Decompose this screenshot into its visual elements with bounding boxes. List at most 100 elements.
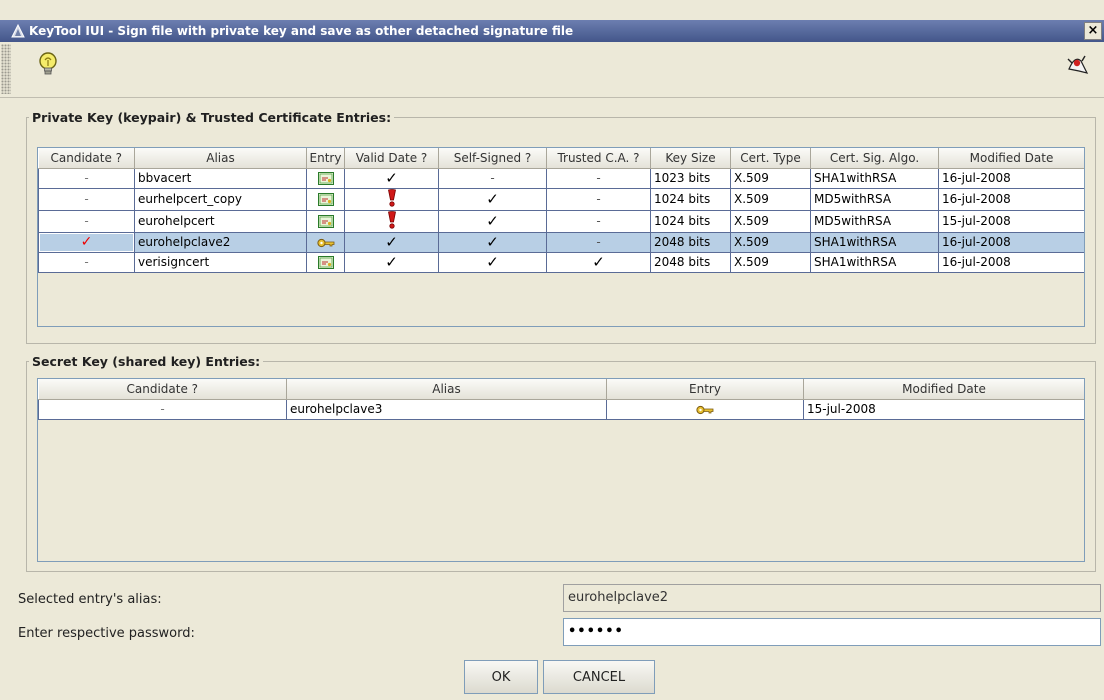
window-title: KeyTool IUI - Sign file with private key…	[29, 24, 574, 38]
trusted-ca-cell: -	[546, 210, 651, 233]
valid-date-cell	[344, 188, 439, 211]
alias-cell: bbvacert	[134, 168, 307, 189]
candidate-cell[interactable]: -	[38, 210, 135, 233]
private-col-header-6[interactable]: Key Size	[650, 148, 731, 169]
candidate-cell[interactable]: -	[38, 168, 135, 189]
dialog-window: KeyTool IUI - Sign file with private key…	[0, 0, 1104, 700]
candidate-dash: -	[84, 255, 89, 269]
trusted-ca-cell: -	[546, 188, 651, 211]
password-field[interactable]: ••••••	[563, 618, 1101, 646]
valid-warning-icon	[387, 188, 397, 210]
lightbulb-icon[interactable]	[34, 50, 62, 78]
cert-type-cell: X.509	[730, 232, 811, 253]
alias-label: Selected entry's alias:	[18, 592, 162, 607]
modified-date-cell: 15-jul-2008	[938, 210, 1084, 233]
alias-cell: eurohelpcert	[134, 210, 307, 233]
cert-type-cell: X.509	[730, 168, 811, 189]
table-row[interactable]: - eurohelpclave3 15-jul-2008	[38, 399, 1084, 420]
self-signed-check-icon: ✓	[486, 212, 499, 230]
modified-date-cell: 16-jul-2008	[938, 232, 1084, 253]
java-duke-icon[interactable]	[1064, 50, 1092, 78]
ok-button[interactable]: OK	[464, 660, 538, 694]
close-icon: ×	[1087, 23, 1099, 38]
key-size-cell: 1024 bits	[650, 210, 731, 233]
key-icon	[316, 238, 335, 248]
secret-col-header-1[interactable]: Alias	[286, 379, 607, 400]
private-col-header-9[interactable]: Modified Date	[938, 148, 1084, 169]
key-size-cell: 2048 bits	[650, 252, 731, 273]
trusted-dash: -	[596, 171, 601, 185]
cancel-button[interactable]: CANCEL	[543, 660, 655, 694]
private-col-header-2[interactable]: Entry	[306, 148, 345, 169]
candidate-dash: -	[84, 171, 89, 185]
private-col-header-3[interactable]: Valid Date ?	[344, 148, 439, 169]
valid-check-icon: ✓	[385, 253, 398, 271]
candidate-dash: -	[84, 214, 89, 228]
candidate-dash: -	[160, 402, 165, 416]
sig-algo-cell: MD5withRSA	[810, 188, 939, 211]
valid-date-cell: ✓	[344, 232, 439, 253]
candidate-cell[interactable]: -	[38, 399, 287, 420]
close-button[interactable]: ×	[1084, 22, 1102, 40]
certificate-icon	[317, 172, 334, 185]
self-signed-cell: ✓	[438, 188, 547, 211]
private-col-header-4[interactable]: Self-Signed ?	[438, 148, 547, 169]
certificate-icon	[317, 215, 334, 228]
key-size-cell: 2048 bits	[650, 232, 731, 253]
private-col-header-0[interactable]: Candidate ?	[38, 148, 135, 169]
entry-cell	[306, 188, 345, 211]
alias-cell: eurhelpcert_copy	[134, 188, 307, 211]
private-col-header-1[interactable]: Alias	[134, 148, 307, 169]
valid-warning-icon	[387, 210, 397, 232]
toolbar-grip[interactable]	[1, 44, 11, 94]
key-size-cell: 1024 bits	[650, 188, 731, 211]
table-row[interactable]: - verisigncert ✓ ✓ ✓ 2048 bits X.509 SHA1withRS…	[38, 252, 1084, 273]
entry-cell	[606, 399, 804, 420]
table-row[interactable]: - bbvacert ✓ - - 1023 bits X.509 SHA1withRSA 16-…	[38, 168, 1084, 189]
trusted-ca-cell: -	[546, 168, 651, 189]
secret-col-header-0[interactable]: Candidate ?	[38, 379, 287, 400]
certificate-icon	[317, 193, 334, 206]
trusted-dash: -	[596, 214, 601, 228]
valid-check-icon: ✓	[385, 169, 398, 187]
candidate-check-icon: ✓	[80, 234, 93, 250]
entry-cell	[306, 252, 345, 273]
key-size-cell: 1023 bits	[650, 168, 731, 189]
table-row[interactable]: - eurhelpcert_copy ✓ - 1024 bits X.509 MD5with…	[38, 188, 1084, 211]
private-key-table: Candidate ? Alias Entry Valid Date ? Self-Si…	[37, 147, 1085, 327]
secret-col-header-3[interactable]: Modified Date	[803, 379, 1084, 400]
keytool-app-icon	[10, 23, 26, 39]
trusted-dash: -	[596, 235, 601, 249]
table-row[interactable]: ✓ eurohelpclave2 ✓ ✓ - 2048 bits X.509 SHA1with…	[38, 232, 1084, 253]
self-signed-check-icon: ✓	[486, 253, 499, 271]
valid-check-icon: ✓	[385, 233, 398, 251]
candidate-cell[interactable]: -	[38, 188, 135, 211]
private-col-header-5[interactable]: Trusted C.A. ?	[546, 148, 651, 169]
private-col-header-8[interactable]: Cert. Sig. Algo.	[810, 148, 939, 169]
valid-date-cell: ✓	[344, 252, 439, 273]
title-bar[interactable]: KeyTool IUI - Sign file with private key…	[0, 20, 1104, 42]
trusted-ca-cell: -	[546, 232, 651, 253]
key-icon	[696, 405, 714, 415]
self-signed-cell: ✓	[438, 252, 547, 273]
entry-cell	[306, 210, 345, 233]
modified-date-cell: 16-jul-2008	[938, 252, 1084, 273]
modified-date-cell: 15-jul-2008	[803, 399, 1084, 420]
sig-algo-cell: MD5withRSA	[810, 210, 939, 233]
trusted-ca-cell: ✓	[546, 252, 651, 273]
entry-cell	[306, 168, 345, 189]
modified-date-cell: 16-jul-2008	[938, 168, 1084, 189]
trusted-check-icon: ✓	[592, 253, 605, 271]
alias-cell: eurohelpclave3	[286, 399, 607, 420]
sig-algo-cell: SHA1withRSA	[810, 232, 939, 253]
cert-type-cell: X.509	[730, 188, 811, 211]
private-key-legend: Private Key (keypair) & Trusted Certific…	[32, 110, 392, 125]
table-row[interactable]: - eurohelpcert ✓ - 1024 bits X.509 MD5withRSA 1…	[38, 210, 1084, 233]
private-col-header-7[interactable]: Cert. Type	[730, 148, 811, 169]
secret-header-row: Candidate ? Alias Entry Modified Date	[38, 379, 1084, 400]
candidate-cell[interactable]: -	[38, 252, 135, 273]
candidate-cell[interactable]: ✓	[38, 232, 135, 253]
sig-algo-cell: SHA1withRSA	[810, 252, 939, 273]
self-signed-check-icon: ✓	[486, 190, 499, 208]
secret-col-header-2[interactable]: Entry	[606, 379, 804, 400]
